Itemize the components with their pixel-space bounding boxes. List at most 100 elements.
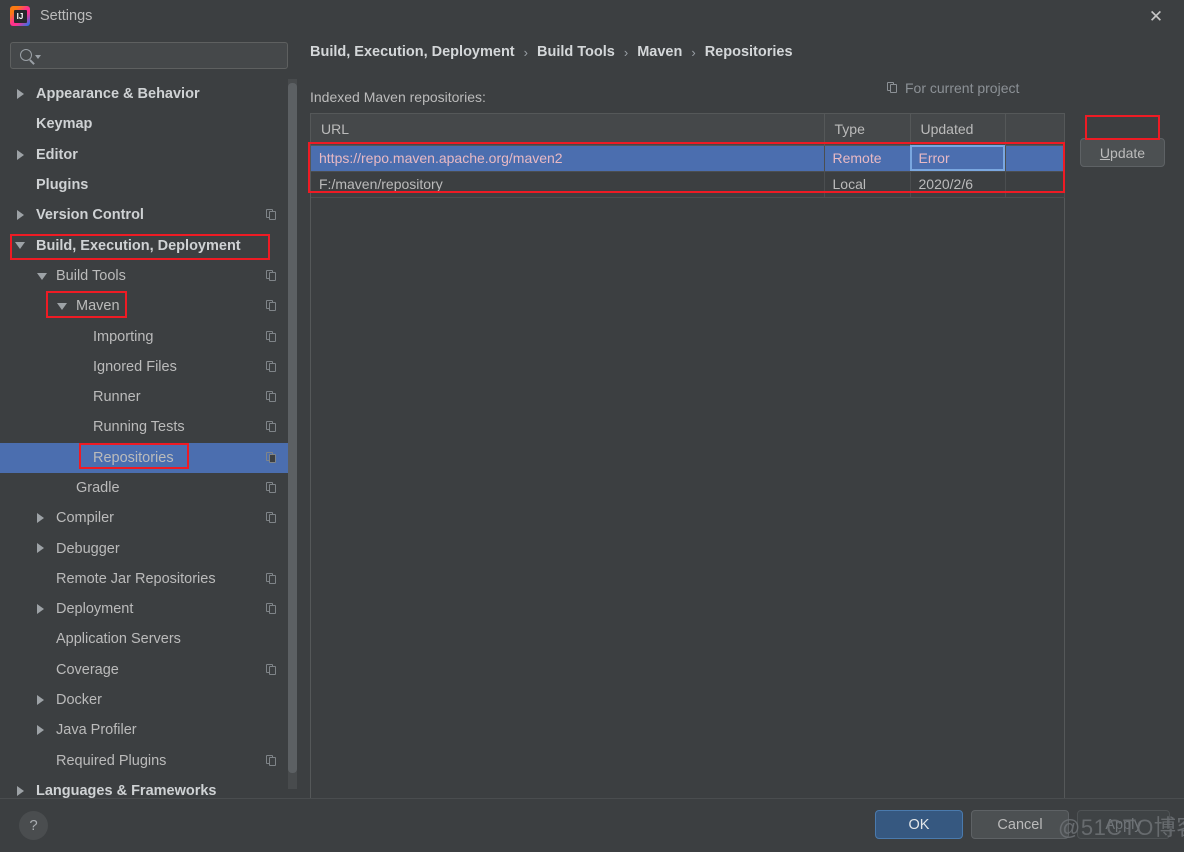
copy-settings-icon[interactable] xyxy=(266,451,277,464)
sidebar-item-label: Application Servers xyxy=(56,631,181,648)
settings-tree[interactable]: Appearance & Behavior Keymap Editor Plugins… xyxy=(0,79,297,798)
copy-settings-icon[interactable] xyxy=(266,391,277,403)
sidebar-item-importing[interactable]: Importing xyxy=(0,321,297,351)
sidebar-item-label: Docker xyxy=(56,692,102,709)
sidebar-item-label: Maven xyxy=(76,298,120,315)
update-button[interactable]: Update xyxy=(1080,138,1165,167)
table-column-header[interactable]: Updated xyxy=(910,114,1006,146)
sidebar-item-label: Keymap xyxy=(36,116,93,133)
sidebar-item-version-control[interactable]: Version Control xyxy=(0,200,297,230)
search-box[interactable] xyxy=(10,42,288,69)
chevron-right-icon[interactable] xyxy=(17,785,24,796)
chevron-down-icon[interactable] xyxy=(37,272,47,280)
table-cell-updated[interactable]: 2020/2/6 xyxy=(910,171,1006,198)
search-input[interactable] xyxy=(45,43,283,68)
sidebar-item-repositories[interactable]: Repositories xyxy=(0,442,297,473)
breadcrumb-item[interactable]: Build, Execution, Deployment xyxy=(310,44,515,60)
chevron-right-icon[interactable] xyxy=(17,149,24,160)
chevron-right-icon[interactable] xyxy=(37,725,44,736)
search-field-wrapper xyxy=(10,42,288,69)
sidebar-item-application-servers[interactable]: Application Servers xyxy=(0,624,297,654)
project-scope-icon xyxy=(887,82,898,94)
update-button-label: pdate xyxy=(1110,144,1146,161)
sidebar-item-label: Build, Execution, Deployment xyxy=(36,237,241,254)
sidebar-item-label: Debugger xyxy=(56,540,120,557)
sidebar-item-deployment[interactable]: Deployment xyxy=(0,594,297,624)
table-cell-type[interactable]: Local xyxy=(824,171,911,198)
chevron-right-icon[interactable] xyxy=(17,210,24,221)
sidebar-item-label: Languages & Frameworks xyxy=(36,782,217,798)
sidebar-item-running-tests[interactable]: Running Tests xyxy=(0,412,297,442)
copy-settings-icon[interactable] xyxy=(266,330,277,343)
sidebar-item-maven[interactable]: Maven xyxy=(0,291,297,321)
sidebar-item-build-tools[interactable]: Build Tools xyxy=(0,261,297,291)
breadcrumb-separator: › xyxy=(523,44,528,60)
sidebar-item-compiler[interactable]: Compiler xyxy=(0,503,297,533)
sidebar-item-editor[interactable]: Editor xyxy=(0,140,297,170)
sidebar-item-remote-jar-repositories[interactable]: Remote Jar Repositories xyxy=(0,564,297,594)
table-cell-updated[interactable]: Error xyxy=(910,145,1006,172)
table-cell-blank[interactable] xyxy=(1005,145,1065,172)
table-column-header[interactable]: URL xyxy=(311,114,825,146)
sidebar-item-ignored-files[interactable]: Ignored Files xyxy=(0,352,297,382)
sidebar-item-label: Repositories xyxy=(93,449,174,466)
copy-settings-icon[interactable] xyxy=(266,482,277,494)
chevron-right-icon[interactable] xyxy=(37,513,44,524)
sidebar-item-coverage[interactable]: Coverage xyxy=(0,655,297,685)
chevron-right-icon[interactable] xyxy=(37,543,44,554)
table-column-header[interactable] xyxy=(1005,114,1065,146)
sidebar-item-required-plugins[interactable]: Required Plugins xyxy=(0,746,297,776)
help-button[interactable]: ? xyxy=(19,811,48,840)
copy-settings-icon[interactable] xyxy=(266,209,277,221)
chevron-down-icon[interactable] xyxy=(57,303,67,311)
copy-settings-icon[interactable] xyxy=(266,663,277,676)
table-cell-url[interactable]: https://repo.maven.apache.org/maven2 xyxy=(311,145,825,172)
sidebar-item-appearance-behavior[interactable]: Appearance & Behavior xyxy=(0,79,297,109)
table-cell-url[interactable]: F:/maven/repository xyxy=(311,171,825,198)
breadcrumb-item[interactable]: Maven xyxy=(637,44,682,60)
breadcrumb: Build, Execution, Deployment › Build Tools… xyxy=(310,44,793,60)
intellij-idea-logo-icon: IJ xyxy=(10,6,30,26)
copy-settings-icon[interactable] xyxy=(266,421,277,433)
copy-settings-icon[interactable] xyxy=(266,269,277,282)
sidebar-item-docker[interactable]: Docker xyxy=(0,685,297,715)
sidebar-item-runner[interactable]: Runner xyxy=(0,382,297,412)
copy-settings-icon[interactable] xyxy=(266,300,277,312)
cancel-button[interactable]: Cancel xyxy=(971,810,1069,839)
copy-settings-icon[interactable] xyxy=(266,360,277,373)
chevron-right-icon[interactable] xyxy=(17,89,24,99)
table-row[interactable]: F:/maven/repository Local 2020/2/6 xyxy=(311,171,1065,198)
search-icon xyxy=(20,49,32,61)
chevron-right-icon[interactable] xyxy=(37,694,44,705)
copy-settings-icon[interactable] xyxy=(266,512,277,524)
sidebar-item-label: Build Tools xyxy=(56,267,126,284)
table-row[interactable]: https://repo.maven.apache.org/maven2 Remo… xyxy=(311,145,1065,172)
breadcrumb-item[interactable]: Repositories xyxy=(705,44,793,60)
close-icon[interactable]: ✕ xyxy=(1128,0,1184,33)
copy-settings-icon[interactable] xyxy=(266,754,277,767)
table-cell-type[interactable]: Remote xyxy=(824,145,911,172)
breadcrumb-item[interactable]: Build Tools xyxy=(537,44,615,60)
sidebar-item-label: Remote Jar Repositories xyxy=(56,570,216,587)
sidebar-scrollbar-thumb[interactable] xyxy=(288,83,297,773)
chevron-right-icon[interactable] xyxy=(37,604,44,615)
sidebar-item-label: Running Tests xyxy=(93,419,185,436)
sidebar-item-plugins[interactable]: Plugins xyxy=(0,170,297,200)
sidebar-item-label: Java Profiler xyxy=(56,722,137,739)
table-column-header[interactable]: Type xyxy=(824,114,911,146)
table-cell-blank[interactable] xyxy=(1005,171,1065,198)
chevron-down-icon[interactable] xyxy=(15,242,25,250)
sidebar-item-build-execution-deployment[interactable]: Build, Execution, Deployment xyxy=(0,230,297,260)
sidebar-item-keymap[interactable]: Keymap xyxy=(0,109,297,139)
sidebar-item-languages-frameworks[interactable]: Languages & Frameworks xyxy=(0,776,297,798)
copy-settings-icon[interactable] xyxy=(266,603,277,615)
copy-settings-icon[interactable] xyxy=(266,572,277,585)
sidebar-item-debugger[interactable]: Debugger xyxy=(0,533,297,563)
table-body: https://repo.maven.apache.org/maven2 Remo… xyxy=(311,145,1065,198)
sidebar-item-gradle[interactable]: Gradle xyxy=(0,473,297,503)
ok-button[interactable]: OK xyxy=(875,810,963,839)
chevron-down-icon[interactable] xyxy=(35,55,41,59)
sidebar-item-java-profiler[interactable]: Java Profiler xyxy=(0,715,297,745)
breadcrumb-separator: › xyxy=(623,44,629,60)
sidebar-item-label: Deployment xyxy=(56,601,134,618)
